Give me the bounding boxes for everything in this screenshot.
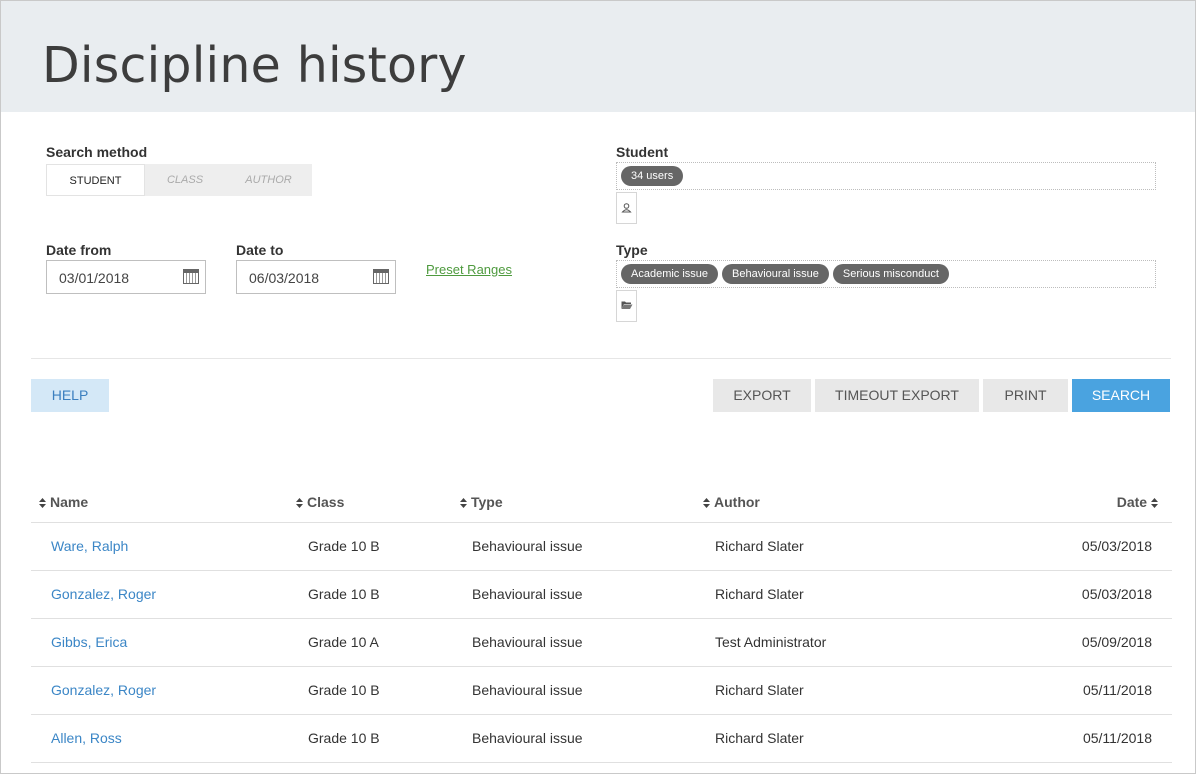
column-header-type[interactable]: Type xyxy=(452,482,695,523)
type-chip-academic[interactable]: Academic issue xyxy=(621,264,719,284)
class-cell: Grade 10 B xyxy=(288,666,452,715)
search-method-label: Search method xyxy=(46,144,148,160)
date-from-label: Date from xyxy=(46,242,112,258)
class-cell: Grade 10 B xyxy=(288,570,452,619)
search-method-student[interactable]: STUDENT xyxy=(46,164,145,196)
results-table: Name Class Type Author Date Ware, Ralph … xyxy=(31,482,1172,763)
type-cell: Behavioural issue xyxy=(452,618,695,667)
type-cell: Behavioural issue xyxy=(452,666,695,715)
column-header-name[interactable]: Name xyxy=(31,482,288,523)
type-cell: Behavioural issue xyxy=(452,522,695,571)
student-chip[interactable]: 34 users xyxy=(621,166,684,186)
help-button[interactable]: HELP xyxy=(31,379,109,412)
column-header-author[interactable]: Author xyxy=(695,482,995,523)
type-label: Type xyxy=(616,242,648,258)
column-header-date[interactable]: Date xyxy=(995,482,1172,523)
student-name-link[interactable]: Gonzalez, Roger xyxy=(51,682,156,698)
student-tag-box[interactable]: 34 users xyxy=(616,162,1156,190)
type-chip-serious[interactable]: Serious misconduct xyxy=(832,264,949,284)
class-cell: Grade 10 A xyxy=(288,618,452,667)
type-tag-box[interactable]: Academic issue Behavioural issue Serious… xyxy=(616,260,1156,288)
date-cell: 05/09/2018 xyxy=(995,618,1172,667)
search-method-class[interactable]: CLASS xyxy=(145,164,225,196)
type-chip-behavioural[interactable]: Behavioural issue xyxy=(722,264,829,284)
calendar-icon[interactable] xyxy=(183,269,199,284)
student-label: Student xyxy=(616,144,669,160)
type-picker-button[interactable] xyxy=(616,290,637,322)
date-to-label: Date to xyxy=(236,242,284,258)
page-header: Discipline history xyxy=(1,1,1195,112)
table-header-row: Name Class Type Author Date xyxy=(31,482,1172,523)
preset-ranges-link[interactable]: Preset Ranges xyxy=(426,262,512,277)
search-button[interactable]: SEARCH xyxy=(1072,379,1170,412)
author-cell: Test Administrator xyxy=(695,618,995,667)
date-cell: 05/11/2018 xyxy=(995,666,1172,715)
class-cell: Grade 10 B xyxy=(288,522,452,571)
sort-arrows-icon xyxy=(460,497,467,509)
author-cell: Richard Slater xyxy=(695,570,995,619)
table-row: Gonzalez, Roger Grade 10 B Behavioural i… xyxy=(31,666,1172,715)
page-title: Discipline history xyxy=(42,37,467,94)
search-method-segmented-control: STUDENT CLASS AUTHOR xyxy=(46,164,312,196)
author-cell: Richard Slater xyxy=(695,714,995,763)
table-row: Ware, Ralph Grade 10 B Behavioural issue… xyxy=(31,522,1172,571)
section-divider xyxy=(31,358,1171,359)
class-cell: Grade 10 B xyxy=(288,714,452,763)
date-from-value: 03/01/2018 xyxy=(59,270,130,286)
author-cell: Richard Slater xyxy=(695,522,995,571)
date-to-field[interactable]: 06/03/2018 xyxy=(236,260,396,294)
date-to-value: 06/03/2018 xyxy=(249,270,320,286)
student-name-link[interactable]: Ware, Ralph xyxy=(51,538,128,554)
student-name-link[interactable]: Allen, Ross xyxy=(51,730,122,746)
print-button[interactable]: PRINT xyxy=(983,379,1068,412)
user-icon xyxy=(621,203,632,213)
table-row: Gibbs, Erica Grade 10 A Behavioural issu… xyxy=(31,618,1172,667)
date-cell: 05/03/2018 xyxy=(995,570,1172,619)
sort-arrows-icon xyxy=(703,497,710,509)
student-name-link[interactable]: Gibbs, Erica xyxy=(51,634,127,650)
sort-arrows-icon xyxy=(39,497,46,509)
column-header-class[interactable]: Class xyxy=(288,482,452,523)
export-button[interactable]: EXPORT xyxy=(713,379,811,412)
date-cell: 05/03/2018 xyxy=(995,522,1172,571)
student-name-link[interactable]: Gonzalez, Roger xyxy=(51,586,156,602)
type-cell: Behavioural issue xyxy=(452,714,695,763)
folder-open-icon xyxy=(621,301,632,310)
student-picker-button[interactable] xyxy=(616,192,637,224)
date-from-field[interactable]: 03/01/2018 xyxy=(46,260,206,294)
timeout-export-button[interactable]: TIMEOUT EXPORT xyxy=(815,379,979,412)
table-row: Allen, Ross Grade 10 B Behavioural issue… xyxy=(31,714,1172,763)
sort-arrows-icon xyxy=(1151,497,1158,509)
sort-arrows-icon xyxy=(296,497,303,509)
calendar-icon[interactable] xyxy=(373,269,389,284)
table-row: Gonzalez, Roger Grade 10 B Behavioural i… xyxy=(31,570,1172,619)
type-cell: Behavioural issue xyxy=(452,570,695,619)
author-cell: Richard Slater xyxy=(695,666,995,715)
date-cell: 05/11/2018 xyxy=(995,714,1172,763)
search-method-author[interactable]: AUTHOR xyxy=(225,164,312,196)
